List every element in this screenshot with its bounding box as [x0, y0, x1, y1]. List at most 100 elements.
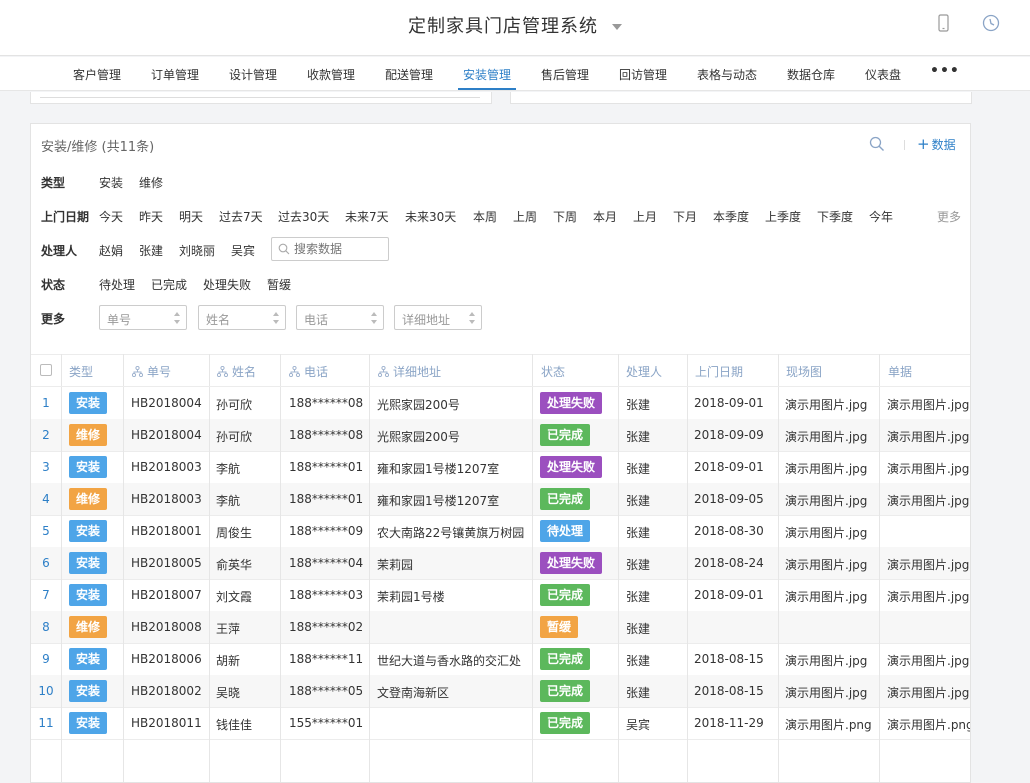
filter-status-done[interactable]: 已完成: [151, 276, 187, 293]
filter-date-next30[interactable]: 未来30天: [405, 208, 456, 225]
column-header-handler[interactable]: 处理人: [626, 363, 662, 380]
nav-item-design[interactable]: 设计管理: [229, 66, 277, 83]
column-divider: [532, 354, 533, 782]
filter-date-last-month[interactable]: 上月: [633, 208, 657, 225]
photo-cell[interactable]: 演示用图片.jpg: [785, 460, 867, 477]
filter-date-more-link[interactable]: 更多: [937, 208, 961, 225]
nav-item-warehouse[interactable]: 数据仓库: [787, 66, 835, 83]
column-header-phone[interactable]: 电话: [289, 363, 328, 380]
filter-date-last-quarter[interactable]: 上季度: [765, 208, 801, 225]
column-header-order-no[interactable]: 单号: [132, 363, 171, 380]
column-header-date[interactable]: 上门日期: [695, 363, 743, 380]
table-row[interactable]: 10 安装 HB2018002 吴晓 188******05 文登南海新区 已完成 张建 201…: [31, 675, 970, 707]
photo-cell[interactable]: 演示用图片.jpg: [785, 652, 867, 669]
handler-cell: 张建: [626, 526, 651, 540]
nav-item-tables[interactable]: 表格与动态: [697, 66, 757, 83]
filter-status-failed[interactable]: 处理失败: [203, 276, 251, 293]
photo-cell[interactable]: 演示用图片.jpg: [785, 684, 867, 701]
filter-type-install[interactable]: 安装: [99, 174, 123, 191]
column-header-doc[interactable]: 单据: [888, 363, 912, 380]
date-cell: 2018-09-05: [694, 492, 764, 506]
add-data-button[interactable]: + 数据: [917, 135, 956, 153]
filter-label-more: 更多: [41, 312, 66, 326]
doc-cell[interactable]: 演示用图片.jpg: [887, 396, 969, 413]
filter-handler-wubin[interactable]: 吴宾: [231, 242, 255, 259]
handler-search-box[interactable]: [271, 237, 389, 261]
photo-cell[interactable]: 演示用图片.jpg: [785, 396, 867, 413]
more-icon[interactable]: •••: [930, 63, 960, 79]
filter-date-tomorrow[interactable]: 明天: [179, 208, 203, 225]
filter-handler-liuxiaoli[interactable]: 刘晓丽: [179, 242, 215, 259]
doc-cell[interactable]: 演示用图片.jpg: [887, 652, 969, 669]
column-header-address[interactable]: 详细地址: [378, 363, 441, 380]
filter-date-today[interactable]: 今天: [99, 208, 123, 225]
clock-icon[interactable]: [981, 13, 1001, 33]
filter-date-next-month[interactable]: 下月: [673, 208, 697, 225]
filter-date-next7[interactable]: 未来7天: [345, 208, 389, 225]
photo-cell[interactable]: 演示用图片.jpg: [785, 524, 867, 541]
filter-handler-zhangjian[interactable]: 张建: [139, 242, 163, 259]
table-row[interactable]: 8 维修 HB2018008 王萍 188******02 暂缓 张建: [31, 611, 970, 643]
column-header-name[interactable]: 姓名: [217, 363, 256, 380]
filter-date-next-week[interactable]: 下周: [553, 208, 577, 225]
table-row[interactable]: 1 安装 HB2018004 孙可欣 188******08 光熙家园200号 处理失败 张建…: [31, 387, 970, 419]
filter-field-name[interactable]: 姓名: [198, 305, 286, 330]
filter-status-pending[interactable]: 待处理: [99, 276, 135, 293]
nav-item-dashboard[interactable]: 仪表盘: [865, 66, 901, 83]
photo-cell[interactable]: 演示用图片.jpg: [785, 588, 867, 605]
mobile-icon[interactable]: [933, 13, 953, 33]
table-row[interactable]: 3 安装 HB2018003 李航 188******01 雍和家园1号楼1207室 处理失…: [31, 451, 970, 483]
status-badge: 已完成: [540, 424, 591, 446]
column-header-status[interactable]: 状态: [541, 363, 565, 380]
filter-field-order-no[interactable]: 单号: [99, 305, 187, 330]
caret-down-icon[interactable]: [612, 24, 622, 30]
filter-handler-zhaojuan[interactable]: 赵娟: [99, 242, 123, 259]
nav-item-aftersales[interactable]: 售后管理: [541, 66, 589, 83]
doc-cell[interactable]: 演示用图片.jpg: [887, 492, 969, 509]
nav-item-installation[interactable]: 安装管理: [463, 66, 511, 83]
field-link-icon: [378, 366, 389, 377]
filter-field-phone[interactable]: 电话: [296, 305, 384, 330]
doc-cell[interactable]: 演示用图片.png: [887, 716, 970, 733]
photo-cell[interactable]: 演示用图片.jpg: [785, 428, 867, 445]
filter-date-past7[interactable]: 过去7天: [219, 208, 263, 225]
select-all-checkbox[interactable]: [40, 364, 52, 376]
filter-date-yesterday[interactable]: 昨天: [139, 208, 163, 225]
column-header-photo[interactable]: 现场图: [786, 363, 822, 380]
table-row[interactable]: 9 安装 HB2018006 胡新 188******11 世纪大道与香水路的交汇处 已完成…: [31, 643, 970, 675]
nav-item-orders[interactable]: 订单管理: [151, 66, 199, 83]
nav-item-customer[interactable]: 客户管理: [73, 66, 121, 83]
filter-date-last-week[interactable]: 上周: [513, 208, 537, 225]
doc-cell[interactable]: 演示用图片.jpg: [887, 684, 969, 701]
filter-status-postponed[interactable]: 暂缓: [267, 276, 291, 293]
column-header-type[interactable]: 类型: [69, 363, 93, 380]
table-row[interactable]: 7 安装 HB2018007 刘文霞 188******03 茉莉园1号楼 已完成 张建 201…: [31, 579, 970, 611]
filter-date-this-month[interactable]: 本月: [593, 208, 617, 225]
nav-item-delivery[interactable]: 配送管理: [385, 66, 433, 83]
nav-item-followup[interactable]: 回访管理: [619, 66, 667, 83]
table-row[interactable]: 11 安装 HB2018011 钱佳佳 155******01 已完成 吴宾 2018-11-…: [31, 707, 970, 739]
filter-date-next-quarter[interactable]: 下季度: [817, 208, 853, 225]
photo-cell[interactable]: 演示用图片.png: [785, 716, 872, 733]
doc-cell[interactable]: 演示用图片.jpg: [887, 428, 969, 445]
filter-date-past30[interactable]: 过去30天: [278, 208, 329, 225]
filter-field-address[interactable]: 详细地址: [394, 305, 482, 330]
phone-cell: 188******08: [289, 428, 364, 442]
app-title-dropdown[interactable]: 定制家具门店管理系统: [0, 12, 1030, 38]
filter-type-repair[interactable]: 维修: [139, 174, 163, 191]
filter-date-this-quarter[interactable]: 本季度: [713, 208, 749, 225]
handler-search-input[interactable]: [292, 241, 386, 257]
nav-item-payments[interactable]: 收款管理: [307, 66, 355, 83]
photo-cell[interactable]: 演示用图片.jpg: [785, 556, 867, 573]
table-row[interactable]: 2 维修 HB2018004 孙可欣 188******08 光熙家园200号 已完成 张建 2…: [31, 419, 970, 451]
search-icon[interactable]: [869, 136, 885, 152]
photo-cell[interactable]: 演示用图片.jpg: [785, 492, 867, 509]
filter-date-this-year[interactable]: 今年: [869, 208, 893, 225]
doc-cell[interactable]: 演示用图片.jpg: [887, 556, 969, 573]
table-row[interactable]: 4 维修 HB2018003 李航 188******01 雍和家园1号楼1207室 已完成…: [31, 483, 970, 515]
filter-date-this-week[interactable]: 本周: [473, 208, 497, 225]
doc-cell[interactable]: 演示用图片.jpg: [887, 460, 969, 477]
doc-cell[interactable]: 演示用图片.jpg: [887, 588, 969, 605]
table-row[interactable]: 5 安装 HB2018001 周俊生 188******09 农大南路22号镶黄旗万树园 待…: [31, 515, 970, 547]
table-row[interactable]: 6 安装 HB2018005 俞英华 188******04 茉莉园 处理失败 张建 2018-…: [31, 547, 970, 579]
